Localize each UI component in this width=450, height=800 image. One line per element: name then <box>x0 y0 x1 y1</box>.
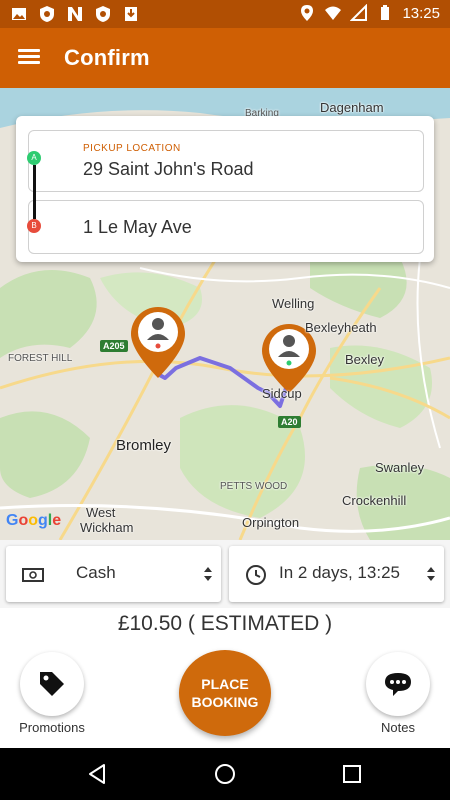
road-tag-a20: A20 <box>278 416 301 428</box>
road-tag-a205: A205 <box>100 340 128 352</box>
battery-icon <box>381 5 390 20</box>
page-title: Confirm <box>64 45 150 70</box>
n-icon <box>68 7 82 21</box>
estimated-price: £10.50 ( ESTIMATED ) <box>117 612 333 635</box>
location-card: PICKUP LOCATION 29 Saint John's Road 1 L… <box>16 116 434 262</box>
shield-icon <box>96 6 110 22</box>
download-icon <box>125 7 137 21</box>
dropoff-location-value: 1 Le May Ave <box>83 217 192 237</box>
pickup-time-value: In 2 days, 13:25 <box>279 563 400 582</box>
shield-icon <box>40 6 54 22</box>
updown-arrow-icon <box>427 567 435 581</box>
booking-options: Cash In 2 days, 13:25 <box>0 540 450 608</box>
navigation-bar <box>0 748 450 800</box>
map-label-sidcup: Sidcup <box>262 386 302 401</box>
payment-value: Cash <box>76 563 116 582</box>
map-label-dagenham: Dagenham <box>320 100 384 115</box>
pickup-marker-icon: A <box>27 151 41 165</box>
pickup-time-selector[interactable]: In 2 days, 13:25 <box>229 546 444 602</box>
signal-icon <box>350 4 368 21</box>
map-label-wickham: Wickham <box>80 520 134 535</box>
updown-arrow-icon <box>204 567 212 581</box>
chat-bubble-icon <box>385 673 411 696</box>
tag-icon <box>40 672 64 696</box>
promotions-button[interactable] <box>20 652 84 716</box>
dropoff-location-field[interactable]: 1 Le May Ave <box>28 200 424 254</box>
payment-selector[interactable]: Cash <box>6 546 221 602</box>
wifi-icon <box>325 6 342 20</box>
map-label-bromley: Bromley <box>116 437 172 454</box>
map-label-bexley: Bexley <box>345 352 385 367</box>
home-circle-icon[interactable] <box>213 762 237 786</box>
location-icon <box>301 5 314 21</box>
google-logo: Google <box>6 512 62 529</box>
image-icon <box>12 8 26 20</box>
cash-icon <box>22 568 44 582</box>
route-connector <box>33 165 36 219</box>
map-label-bexleyheath: Bexleyheath <box>305 320 377 335</box>
pickup-location-label: PICKUP LOCATION <box>83 143 181 154</box>
dropoff-marker-icon: B <box>27 219 41 233</box>
pickup-location-field[interactable]: PICKUP LOCATION 29 Saint John's Road <box>28 130 424 192</box>
promotions-action: Promotions <box>16 652 88 735</box>
map-label-forest-hill: FOREST HILL <box>8 353 73 364</box>
pickup-location-value: 29 Saint John's Road <box>83 159 254 179</box>
place-booking-button[interactable]: PLACE BOOKING <box>179 650 271 736</box>
map-label-orpington: Orpington <box>242 515 300 530</box>
back-triangle-icon[interactable] <box>86 762 110 786</box>
status-time: 13:25 <box>402 4 440 22</box>
recents-square-icon[interactable] <box>340 762 364 786</box>
map-label-petts-wood: PETTS WOOD <box>220 481 288 492</box>
notes-action: Notes <box>362 652 434 735</box>
app-bar: Confirm <box>0 28 450 88</box>
clock-icon <box>246 565 266 585</box>
notes-button[interactable] <box>366 652 430 716</box>
hamburger-menu-icon[interactable] <box>18 46 42 70</box>
map-label-swanley: Swanley <box>375 460 425 475</box>
status-bar: 13:25 <box>0 0 450 28</box>
map-label-west: West <box>86 505 116 520</box>
map-label-crockenhill: Crockenhill <box>342 493 407 508</box>
promotions-label: Promotions <box>19 720 85 735</box>
notes-label: Notes <box>381 720 415 735</box>
place-booking-label: PLACE BOOKING <box>191 676 259 710</box>
map-label-welling: Welling <box>272 296 315 311</box>
